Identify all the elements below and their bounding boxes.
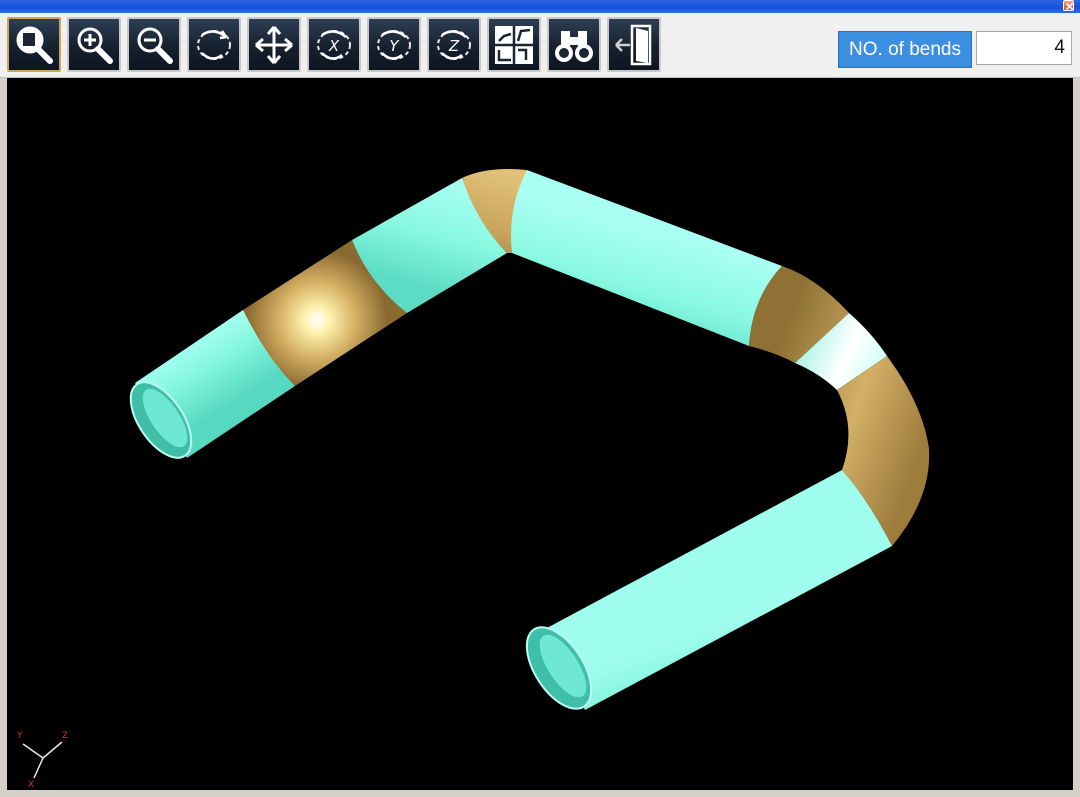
exit-door-icon	[615, 24, 652, 65]
views-icon	[495, 25, 533, 64]
exit-button[interactable]	[607, 17, 661, 72]
rotate-y-icon: Y	[377, 29, 411, 60]
rotate-x-button[interactable]: X	[307, 17, 361, 72]
zoom-fit-icon	[16, 26, 53, 64]
rotate-y-button[interactable]: Y	[367, 17, 421, 72]
axes-triad: Y Z X	[16, 731, 68, 790]
toolbar: X Y Z NO. of bends 4	[0, 13, 1080, 78]
pipe-segment-3[interactable]	[511, 170, 782, 346]
axis-label-y: Y	[16, 731, 23, 741]
axis-label-x: X	[28, 780, 34, 790]
pan-button[interactable]	[247, 17, 301, 72]
rotate-z-icon: Z	[437, 29, 471, 60]
views-button[interactable]	[487, 17, 541, 72]
bends-count-input[interactable]	[976, 31, 1072, 65]
rotate-z-button[interactable]: Z	[427, 17, 481, 72]
rotate-button[interactable]	[187, 17, 241, 72]
rotate-z-label: Z	[448, 37, 460, 55]
frame-left	[0, 78, 7, 797]
frame-bottom	[0, 790, 1080, 797]
3d-viewport[interactable]: Y Z X	[7, 78, 1073, 790]
zoom-out-button[interactable]	[127, 17, 181, 72]
rotate-x-icon: X	[317, 29, 351, 60]
window-titlebar	[0, 0, 1080, 13]
pan-arrows-icon	[255, 25, 293, 64]
pipe-segment-4[interactable]	[514, 470, 892, 720]
rotate-icon	[197, 29, 231, 60]
rotate-y-label: Y	[389, 37, 400, 55]
inspect-button[interactable]	[547, 17, 601, 72]
frame-right	[1073, 78, 1080, 797]
pipe-model[interactable]: Y Z X	[7, 78, 1073, 790]
zoom-in-icon	[77, 27, 113, 64]
rotate-x-label: X	[328, 37, 340, 55]
axis-label-z: Z	[62, 731, 68, 741]
binoculars-icon	[555, 30, 593, 62]
zoom-fit-button[interactable]	[7, 17, 61, 72]
close-icon	[1065, 2, 1074, 11]
close-button[interactable]	[1063, 0, 1074, 11]
zoom-out-icon	[137, 27, 173, 64]
zoom-in-button[interactable]	[67, 17, 121, 72]
bends-count-label: NO. of bends	[838, 31, 972, 68]
